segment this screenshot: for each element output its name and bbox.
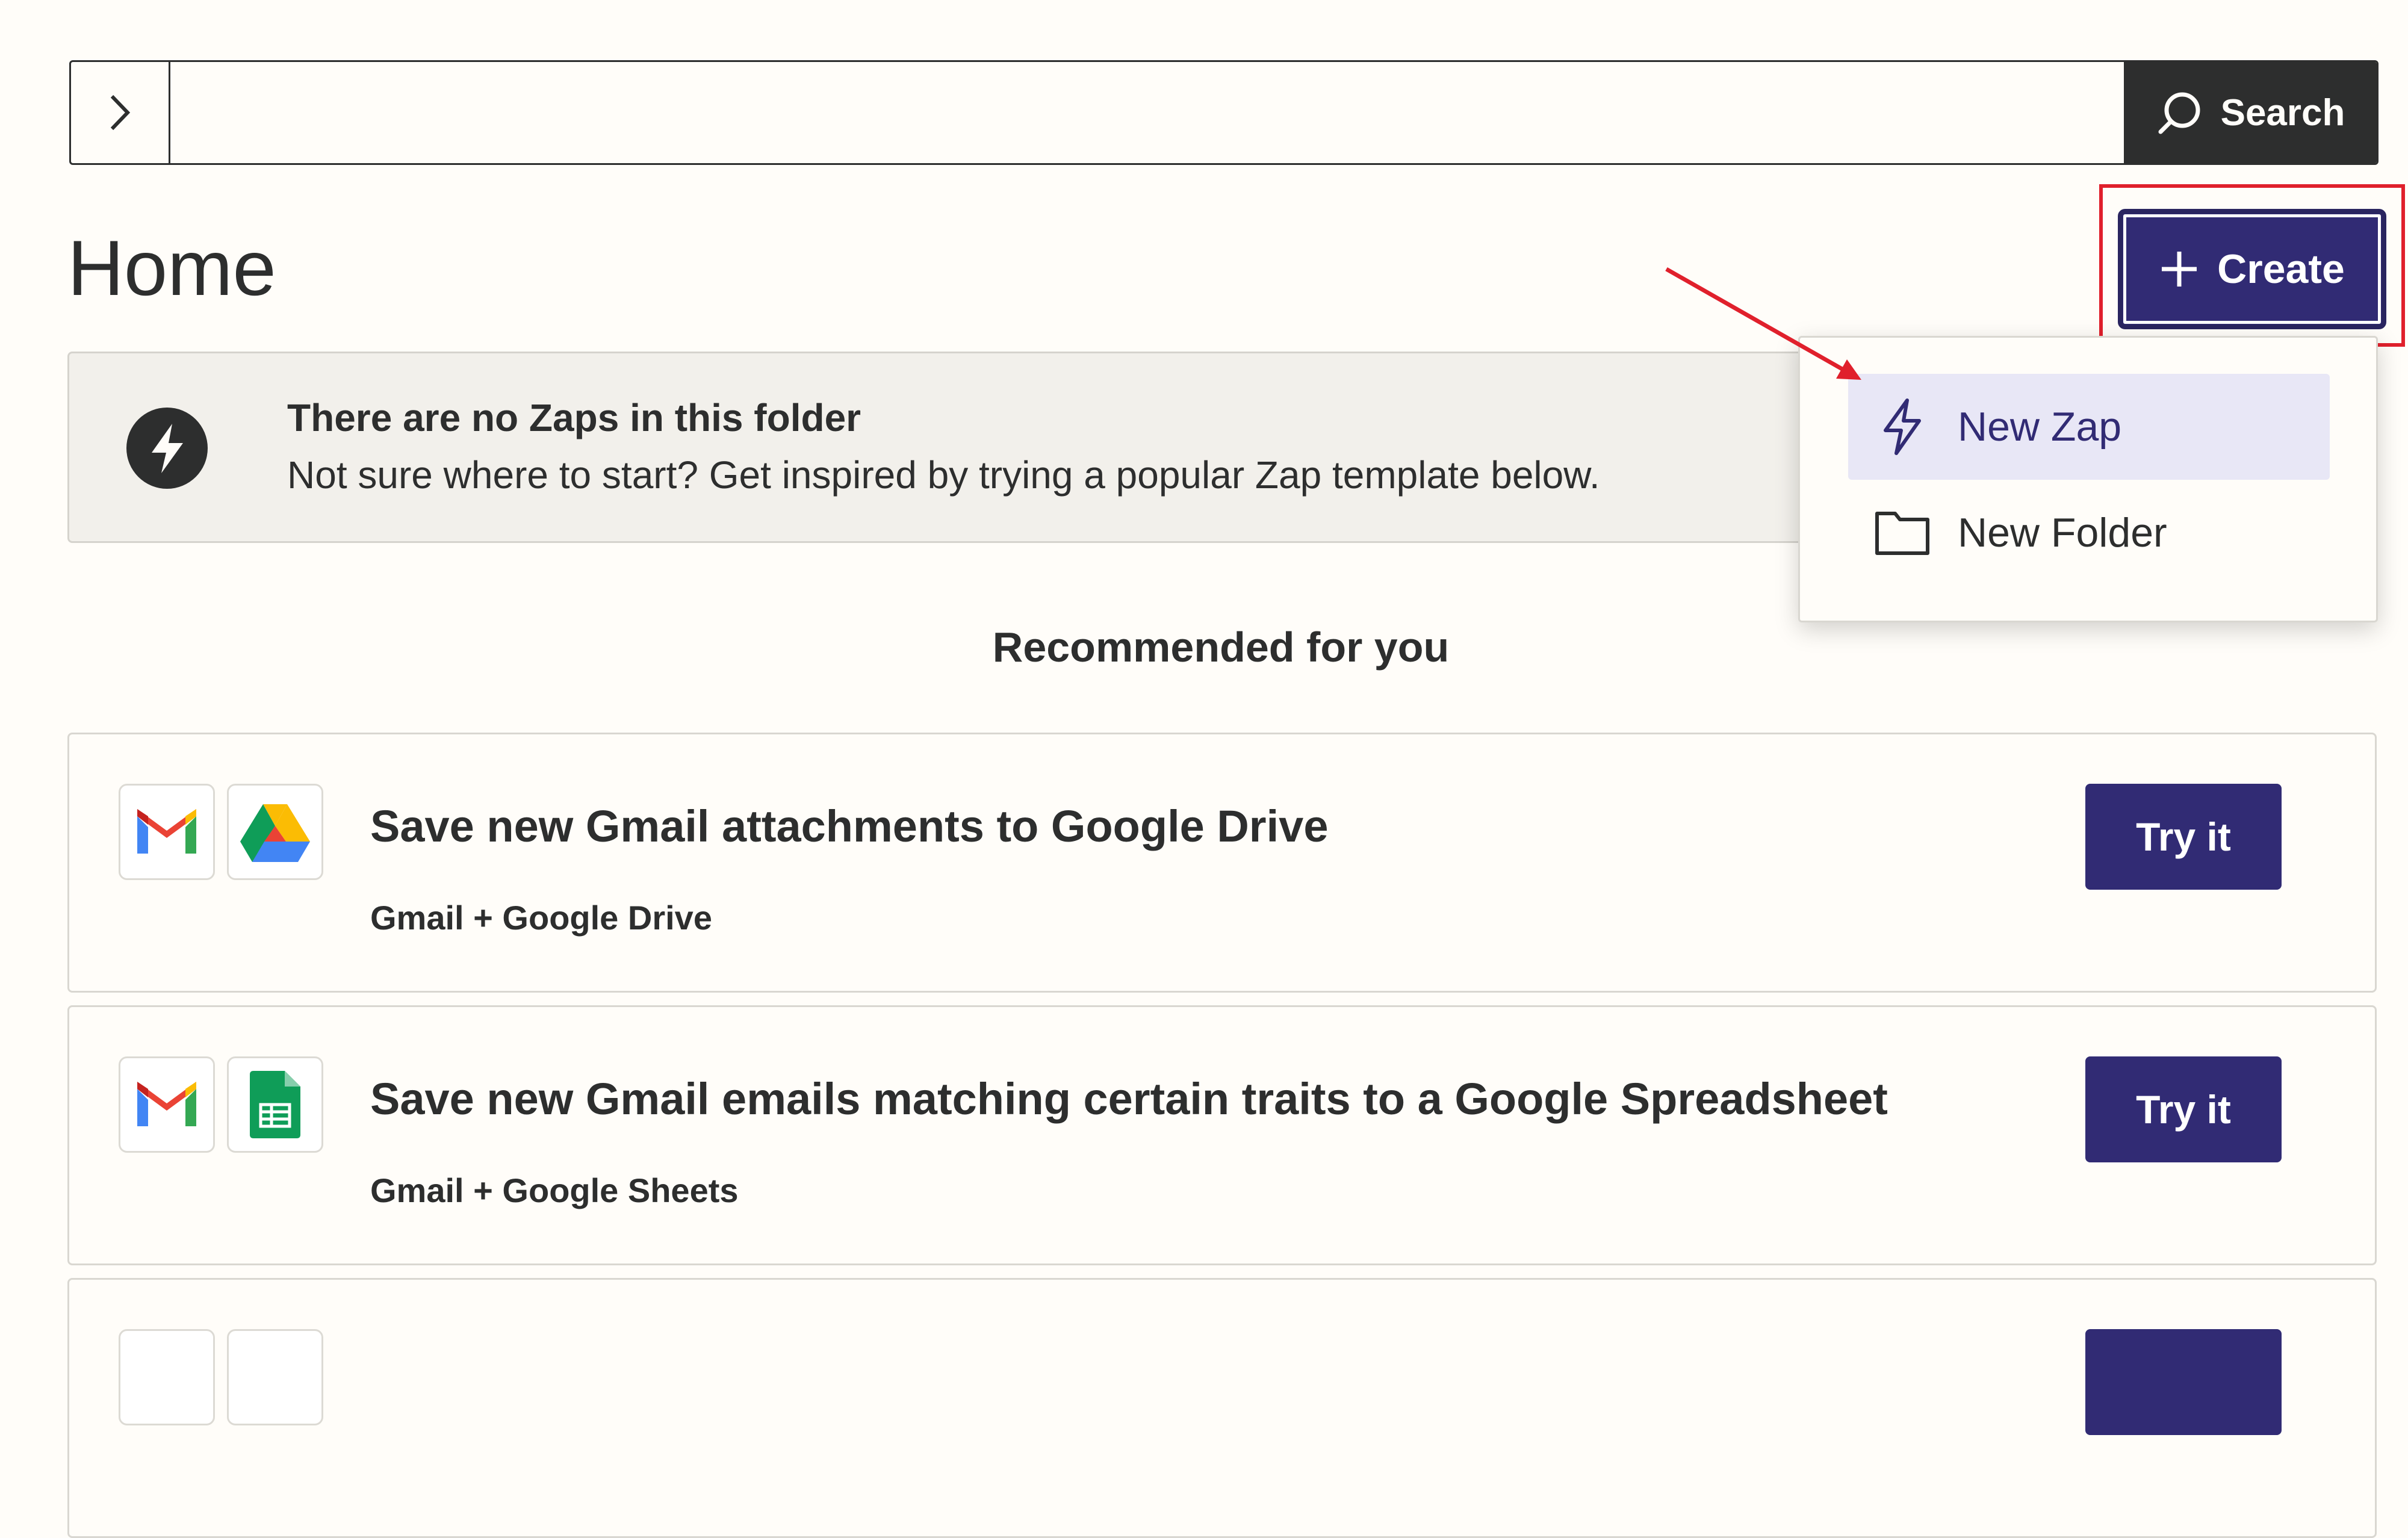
recommended-heading: Recommended for you: [992, 624, 1450, 671]
gmail-icon: [119, 1056, 215, 1153]
try-it-button[interactable]: Try it: [2085, 784, 2282, 890]
template-card: [67, 1278, 2377, 1538]
app-icon: [227, 1329, 323, 1425]
create-button-label: Create: [2217, 246, 2345, 292]
menu-item-label: New Folder: [1958, 510, 2167, 556]
app-icon: [119, 1329, 215, 1425]
template-title: Save new Gmail attachments to Google Dri…: [370, 801, 1329, 851]
google-sheets-icon: [227, 1056, 323, 1153]
create-button[interactable]: Create: [2118, 209, 2386, 329]
template-apps: Gmail + Google Sheets: [370, 1171, 739, 1209]
template-apps: Gmail + Google Drive: [370, 899, 712, 937]
lightning-icon: [1873, 398, 1931, 456]
template-title: Save new Gmail emails matching certain t…: [370, 1074, 1888, 1124]
template-card: Save new Gmail attachments to Google Dri…: [67, 733, 2377, 993]
sidebar-toggle-button[interactable]: [71, 62, 170, 163]
banner-title: There are no Zaps in this folder: [287, 396, 861, 439]
search-input[interactable]: [170, 62, 2124, 163]
search-icon: [2158, 92, 2200, 134]
menu-item-new-folder[interactable]: New Folder: [1848, 480, 2330, 586]
page-title: Home: [67, 224, 276, 312]
chevron-right-icon: [110, 95, 131, 131]
annotation-arrow: [1665, 267, 1861, 380]
search-bar: Search: [69, 60, 2379, 165]
banner-text: Not sure where to start? Get inspired by…: [287, 453, 1600, 497]
try-it-button[interactable]: [2085, 1329, 2282, 1435]
create-dropdown-menu: New Zap New Folder: [1798, 336, 2378, 622]
search-button[interactable]: Search: [2124, 62, 2377, 163]
lightning-icon: [126, 408, 208, 489]
menu-item-new-zap[interactable]: New Zap: [1848, 374, 2330, 480]
google-drive-icon: [227, 784, 323, 880]
gmail-icon: [119, 784, 215, 880]
plus-icon: [2162, 252, 2197, 287]
folder-icon: [1873, 510, 1931, 556]
try-it-button[interactable]: Try it: [2085, 1056, 2282, 1162]
template-card: Save new Gmail emails matching certain t…: [67, 1005, 2377, 1265]
menu-item-label: New Zap: [1958, 404, 2122, 450]
search-button-label: Search: [2220, 91, 2345, 134]
